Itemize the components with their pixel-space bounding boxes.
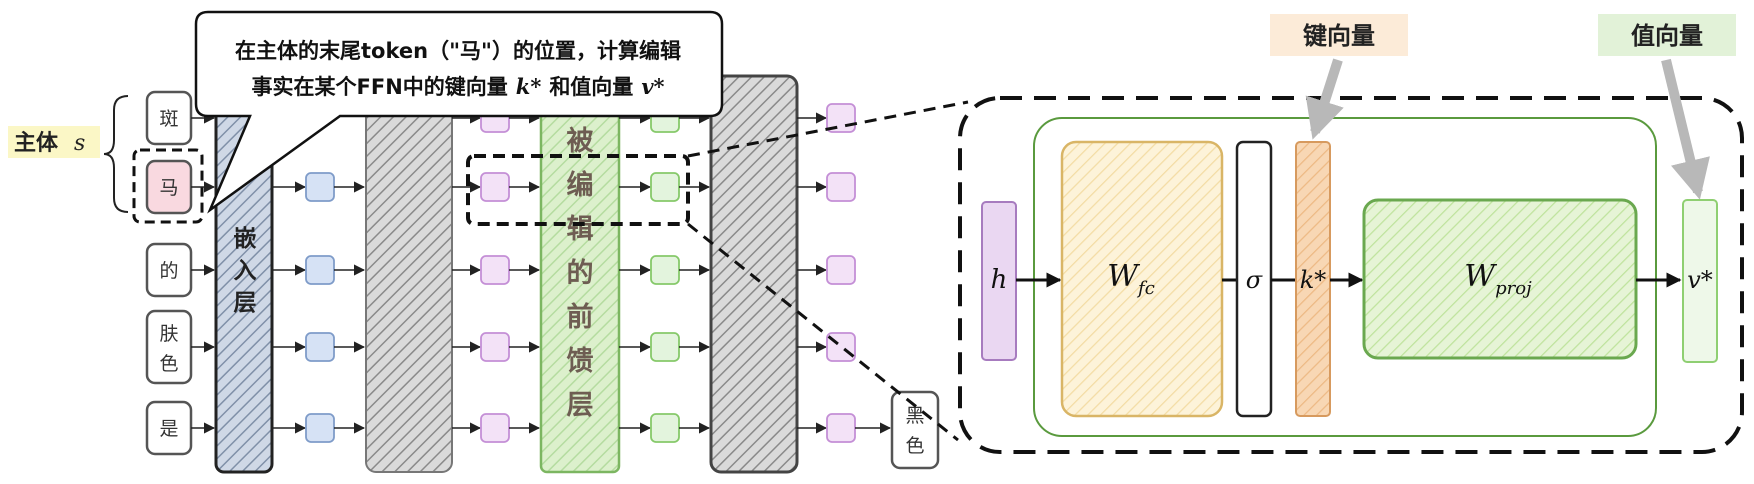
callout-line1: 在主体的末尾token（"马"）的位置，计算编辑 [235, 39, 681, 63]
token-fuse: 肤色 [145, 309, 193, 385]
hidden-node-green [650, 332, 680, 362]
svg-text:σ: σ [1246, 266, 1263, 294]
svg-text:值向量: 值向量 [1631, 22, 1703, 50]
sigma-activation: σ [1235, 140, 1273, 418]
svg-text:斑: 斑 [159, 108, 178, 130]
hidden-node-purple [480, 332, 510, 362]
hidden-node-blue [305, 255, 335, 285]
w-proj-matrix: Wproj [1362, 198, 1638, 360]
svg-text:马: 马 [159, 177, 178, 199]
hidden-node-purple [480, 255, 510, 285]
transformer-layer-2 [709, 74, 799, 474]
callout-bubble: 在主体的末尾token（"马"）的位置，计算编辑 事实在某个FFN中的键向量 k*… [194, 10, 724, 214]
svg-text:的: 的 [159, 260, 178, 282]
hidden-node-blue [305, 332, 335, 362]
output-node-purple [826, 172, 856, 202]
hidden-node-green [650, 172, 680, 202]
svg-text:是: 是 [159, 418, 178, 440]
output-token: 黑色 [890, 390, 940, 470]
v-star-vector: v* [1682, 199, 1718, 363]
callout-line2: 事实在某个FFN中的键向量 k* 和值向量 v* [252, 74, 665, 99]
embedding-layer-label: 嵌入层 [234, 226, 257, 316]
hidden-node-purple [480, 172, 510, 202]
token-de: 的 [145, 242, 193, 298]
hidden-node-purple [480, 413, 510, 443]
transformer-layer-1 [365, 79, 453, 473]
token-ban: 斑 [145, 90, 193, 146]
key-vector-title: 键向量 [1270, 14, 1408, 56]
svg-text:键向量: 键向量 [1303, 22, 1375, 50]
k-star-vector: k* [1295, 141, 1331, 417]
w-fc-matrix: Wfc [1060, 140, 1224, 418]
value-title-arrow [1661, 58, 1710, 200]
svg-text:k*: k* [1300, 266, 1327, 294]
output-node-purple [826, 255, 856, 285]
hidden-node-blue [305, 172, 335, 202]
token-list: 斑 马 的 肤色 是 [132, 90, 204, 456]
subject-var: s [74, 131, 85, 156]
token-shi: 是 [145, 400, 193, 456]
subject-label: 主体 [14, 131, 59, 156]
edited-ffn-layer: 被编辑的前馈层 [539, 78, 621, 474]
edited-ffn-layer-label: 被编辑的前馈层 [567, 126, 594, 421]
output-node-purple [826, 413, 856, 443]
hidden-node-green [650, 413, 680, 443]
ffn-editing-diagram: 主体 s 斑 马 的 肤色 是 嵌入层 被编辑的前馈层 黑色 在主体的末尾tok… [8, 10, 1744, 474]
token-ma: 马 [132, 148, 204, 224]
subject-brace [103, 95, 129, 213]
svg-text:h: h [991, 265, 1008, 295]
h-vector: h [981, 201, 1017, 361]
value-vector-title: 值向量 [1598, 14, 1736, 56]
hidden-node-blue [305, 413, 335, 443]
svg-text:v*: v* [1687, 266, 1713, 294]
hidden-node-green [650, 255, 680, 285]
